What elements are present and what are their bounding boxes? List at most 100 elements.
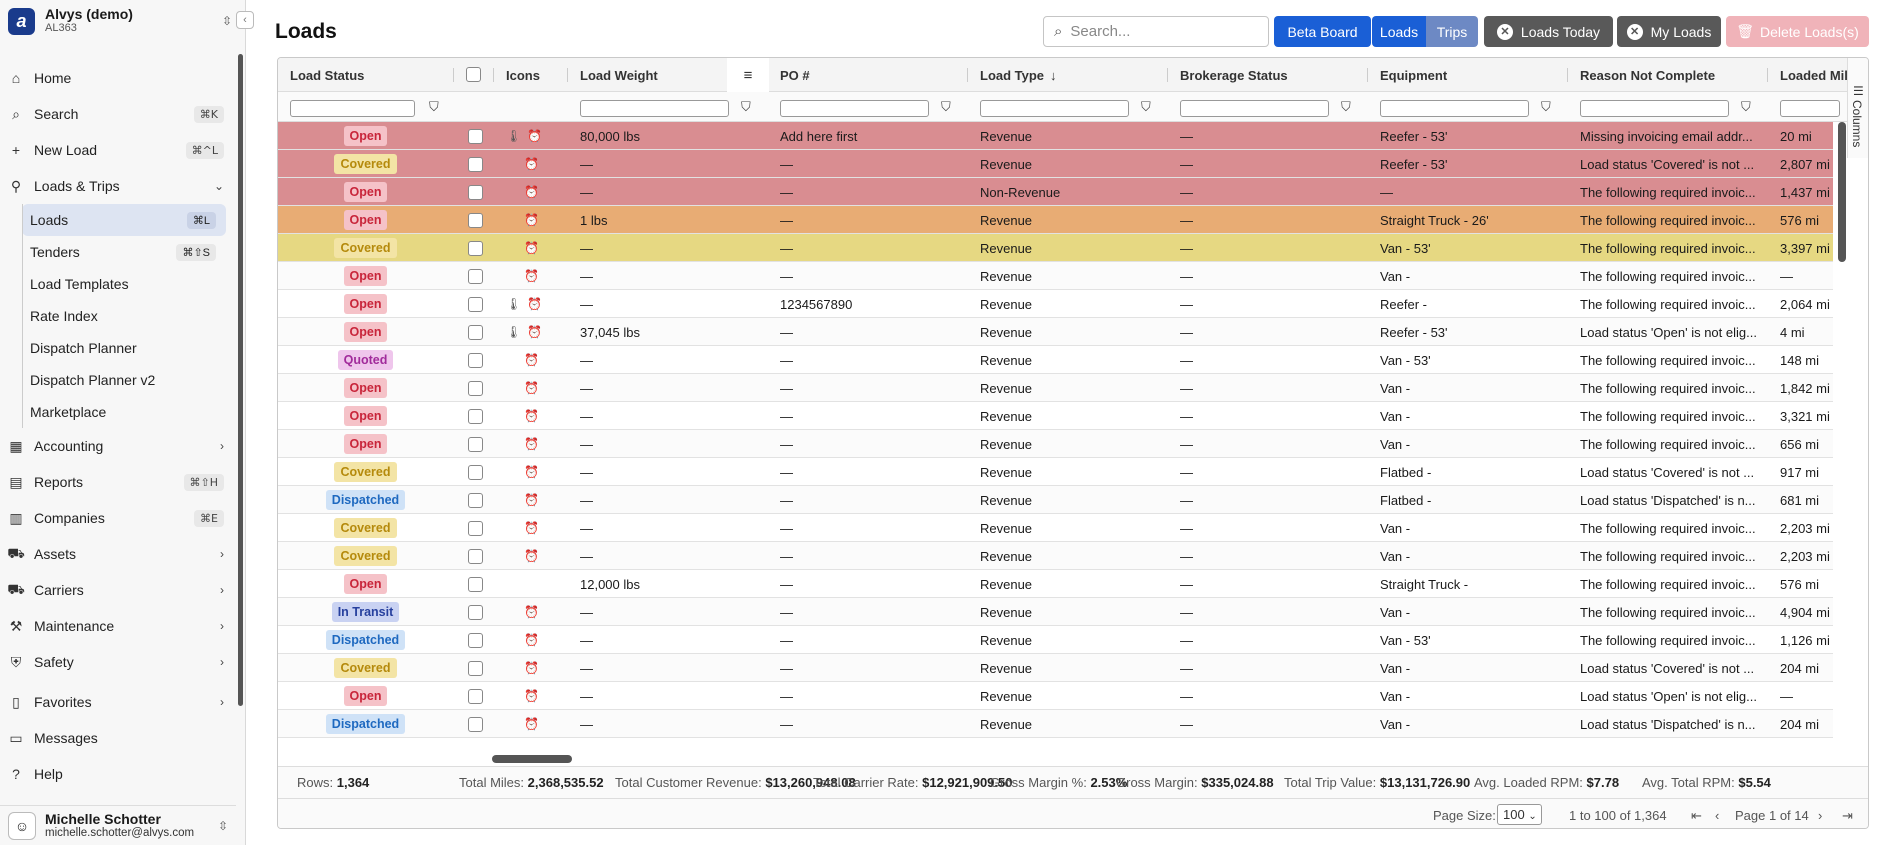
- table-row[interactable]: Quoted ⏰ — — Revenue — Van - 53' The following …: [278, 346, 1833, 374]
- table-row[interactable]: Covered ⏰ — — Revenue — Van - The following req…: [278, 514, 1833, 542]
- loads-toggle-button[interactable]: Loads: [1372, 16, 1426, 47]
- row-checkbox[interactable]: [468, 716, 483, 732]
- nav-reports[interactable]: ▤ Reports ⌘⇧H: [0, 464, 236, 500]
- row-checkbox[interactable]: [468, 408, 483, 424]
- filter-input-reason[interactable]: [1580, 100, 1729, 117]
- org-switcher[interactable]: a Alvys (demo) AL363 ⇳: [8, 6, 232, 36]
- nav-home[interactable]: ⌂ Home: [0, 60, 236, 96]
- table-row[interactable]: Open ⏰ — — Revenue — Van - The following requir…: [278, 402, 1833, 430]
- sidebar-item-marketplace[interactable]: Marketplace: [22, 396, 226, 428]
- row-checkbox[interactable]: [468, 380, 483, 396]
- table-row[interactable]: Dispatched ⏰ — — Revenue — Van - Load status 'D…: [278, 710, 1833, 738]
- sidebar-item-dispatch-planner-v2[interactable]: Dispatch Planner v2: [22, 364, 226, 396]
- table-row[interactable]: Covered ⏰ — — Revenue — Van - Load status 'Cove…: [278, 654, 1833, 682]
- collapse-sidebar-button[interactable]: ‹: [236, 11, 254, 29]
- nav-search[interactable]: ⌕ Search ⌘K: [0, 96, 236, 132]
- row-checkbox[interactable]: [468, 240, 483, 256]
- nav-new-load[interactable]: + New Load ⌘^L: [0, 132, 236, 168]
- table-row[interactable]: Open ⏰ 1 lbs — Revenue — Straight Truck - 26' T…: [278, 206, 1833, 234]
- table-row[interactable]: Open ⏰ — — Revenue — Van - The following requir…: [278, 262, 1833, 290]
- filter-funnel-icon[interactable]: ⛉: [741, 99, 751, 115]
- row-checkbox[interactable]: [468, 464, 483, 480]
- nav-safety[interactable]: ⛨ Safety ›: [0, 644, 236, 680]
- beta-board-button[interactable]: Beta Board: [1274, 16, 1371, 47]
- trips-toggle-button[interactable]: Trips: [1426, 16, 1478, 47]
- row-checkbox[interactable]: [468, 548, 483, 564]
- loads-today-filter-button[interactable]: ✕ Loads Today: [1484, 16, 1613, 47]
- row-checkbox[interactable]: [468, 212, 483, 228]
- search-input[interactable]: [1070, 23, 1251, 40]
- sidebar-item-load-templates[interactable]: Load Templates: [22, 268, 226, 300]
- table-row[interactable]: Covered ⏰ — — Revenue — Flatbed - Load status '…: [278, 458, 1833, 486]
- select-all-checkbox[interactable]: [466, 67, 481, 82]
- row-checkbox[interactable]: [468, 492, 483, 508]
- filter-funnel-icon[interactable]: ⛉: [941, 99, 951, 115]
- nav-messages[interactable]: ▭ Messages: [0, 720, 236, 756]
- table-row[interactable]: Open 🌡 ⏰ 80,000 lbs Add here first Revenue — Re…: [278, 122, 1833, 150]
- column-header-equipment[interactable]: Equipment: [1368, 58, 1447, 92]
- filter-input-load-type[interactable]: [980, 100, 1129, 117]
- my-loads-filter-button[interactable]: ✕ My Loads: [1617, 16, 1721, 47]
- filter-input-equipment[interactable]: [1380, 100, 1529, 117]
- sidebar-item-tenders[interactable]: Tenders ⌘⇧S: [22, 236, 226, 268]
- filter-input-brokerage-status[interactable]: [1180, 100, 1329, 117]
- row-checkbox[interactable]: [468, 688, 483, 704]
- row-checkbox[interactable]: [468, 604, 483, 620]
- table-row[interactable]: Covered ⏰ — — Revenue — Van - 53' The following…: [278, 234, 1833, 262]
- row-checkbox[interactable]: [468, 576, 483, 592]
- column-header-load-weight[interactable]: Load Weight: [568, 58, 658, 92]
- table-row[interactable]: Open ⏰ — — Revenue — Van - Load status 'Open' i…: [278, 682, 1833, 710]
- column-header-po[interactable]: PO #: [768, 58, 810, 92]
- column-header-reason[interactable]: Reason Not Complete: [1568, 58, 1715, 92]
- filter-input-load-status[interactable]: [290, 100, 415, 117]
- row-checkbox[interactable]: [468, 436, 483, 452]
- nav-assets[interactable]: ⛟ Assets ›: [0, 536, 236, 572]
- sidebar-item-rate-index[interactable]: Rate Index: [22, 300, 226, 332]
- table-row[interactable]: In Transit ⏰ — — Revenue — Van - The following …: [278, 598, 1833, 626]
- table-row[interactable]: Covered ⏰ — — Revenue — Reefer - 53' Load statu…: [278, 150, 1833, 178]
- column-menu-icon[interactable]: ≡: [727, 58, 769, 92]
- nav-favorites[interactable]: ▯ Favorites ›: [0, 684, 236, 720]
- row-checkbox[interactable]: [468, 324, 483, 340]
- table-row[interactable]: Dispatched ⏰ — — Revenue — Van - 53' The follow…: [278, 626, 1833, 654]
- user-menu[interactable]: ☺ Michelle Schotter michelle.schotter@al…: [0, 805, 236, 845]
- table-row[interactable]: Open 🌡 ⏰ —1234567890 Revenue — Reefer - The fol…: [278, 290, 1833, 318]
- column-header-load-type[interactable]: Load Type ↓: [968, 58, 1057, 92]
- row-checkbox[interactable]: [468, 352, 483, 368]
- filter-funnel-icon[interactable]: ⛉: [1341, 99, 1351, 115]
- next-page-icon[interactable]: ›: [1818, 808, 1822, 823]
- column-header-load-status[interactable]: Load Status: [278, 58, 364, 92]
- last-page-icon[interactable]: ⇥: [1842, 808, 1853, 824]
- row-checkbox[interactable]: [468, 156, 483, 172]
- row-checkbox[interactable]: [468, 632, 483, 648]
- filter-input-load-weight[interactable]: [580, 100, 729, 117]
- nav-carriers[interactable]: ⛟ Carriers ›: [0, 572, 236, 608]
- sidebar-item-loads[interactable]: Loads ⌘L: [22, 204, 226, 236]
- filter-funnel-icon[interactable]: ⛉: [1141, 99, 1151, 115]
- row-checkbox[interactable]: [468, 296, 483, 312]
- nav-maintenance[interactable]: ⚒ Maintenance ›: [0, 608, 236, 644]
- delete-loads-button[interactable]: 🗑 Delete Loads(s): [1726, 16, 1869, 47]
- search-box[interactable]: ⌕: [1043, 16, 1269, 47]
- table-row[interactable]: Open ⏰ — — Revenue — Van - The following requir…: [278, 374, 1833, 402]
- column-header-loaded-miles[interactable]: Loaded Mile: [1768, 58, 1855, 92]
- first-page-icon[interactable]: ⇤: [1691, 808, 1702, 824]
- table-row[interactable]: Dispatched ⏰ — — Revenue — Flatbed - Load statu…: [278, 486, 1833, 514]
- grid-vertical-scrollbar[interactable]: [1838, 122, 1846, 262]
- column-header-icons[interactable]: Icons: [494, 58, 540, 92]
- page-size-select[interactable]: 100 ⌄: [1497, 804, 1542, 825]
- filter-input-loaded-miles[interactable]: [1780, 100, 1840, 117]
- filter-funnel-icon[interactable]: ⛉: [1741, 99, 1751, 115]
- columns-side-tab[interactable]: ☰ Columns: [1847, 58, 1868, 158]
- column-header-brokerage-status[interactable]: Brokerage Status: [1168, 58, 1288, 92]
- filter-funnel-icon[interactable]: ⛉: [1541, 99, 1551, 115]
- filter-input-po[interactable]: [780, 100, 929, 117]
- nav-accounting[interactable]: ▦ Accounting ›: [0, 428, 236, 464]
- table-row[interactable]: Open 🌡 ⏰ 37,045 lbs — Revenue — Reefer - 53' Loa…: [278, 318, 1833, 346]
- table-row[interactable]: Open 12,000 lbs — Revenue — Straight Truck - T…: [278, 570, 1833, 598]
- row-checkbox[interactable]: [468, 660, 483, 676]
- row-checkbox[interactable]: [468, 268, 483, 284]
- row-checkbox[interactable]: [468, 128, 483, 144]
- row-checkbox[interactable]: [468, 184, 483, 200]
- nav-companies[interactable]: ▥ Companies ⌘E: [0, 500, 236, 536]
